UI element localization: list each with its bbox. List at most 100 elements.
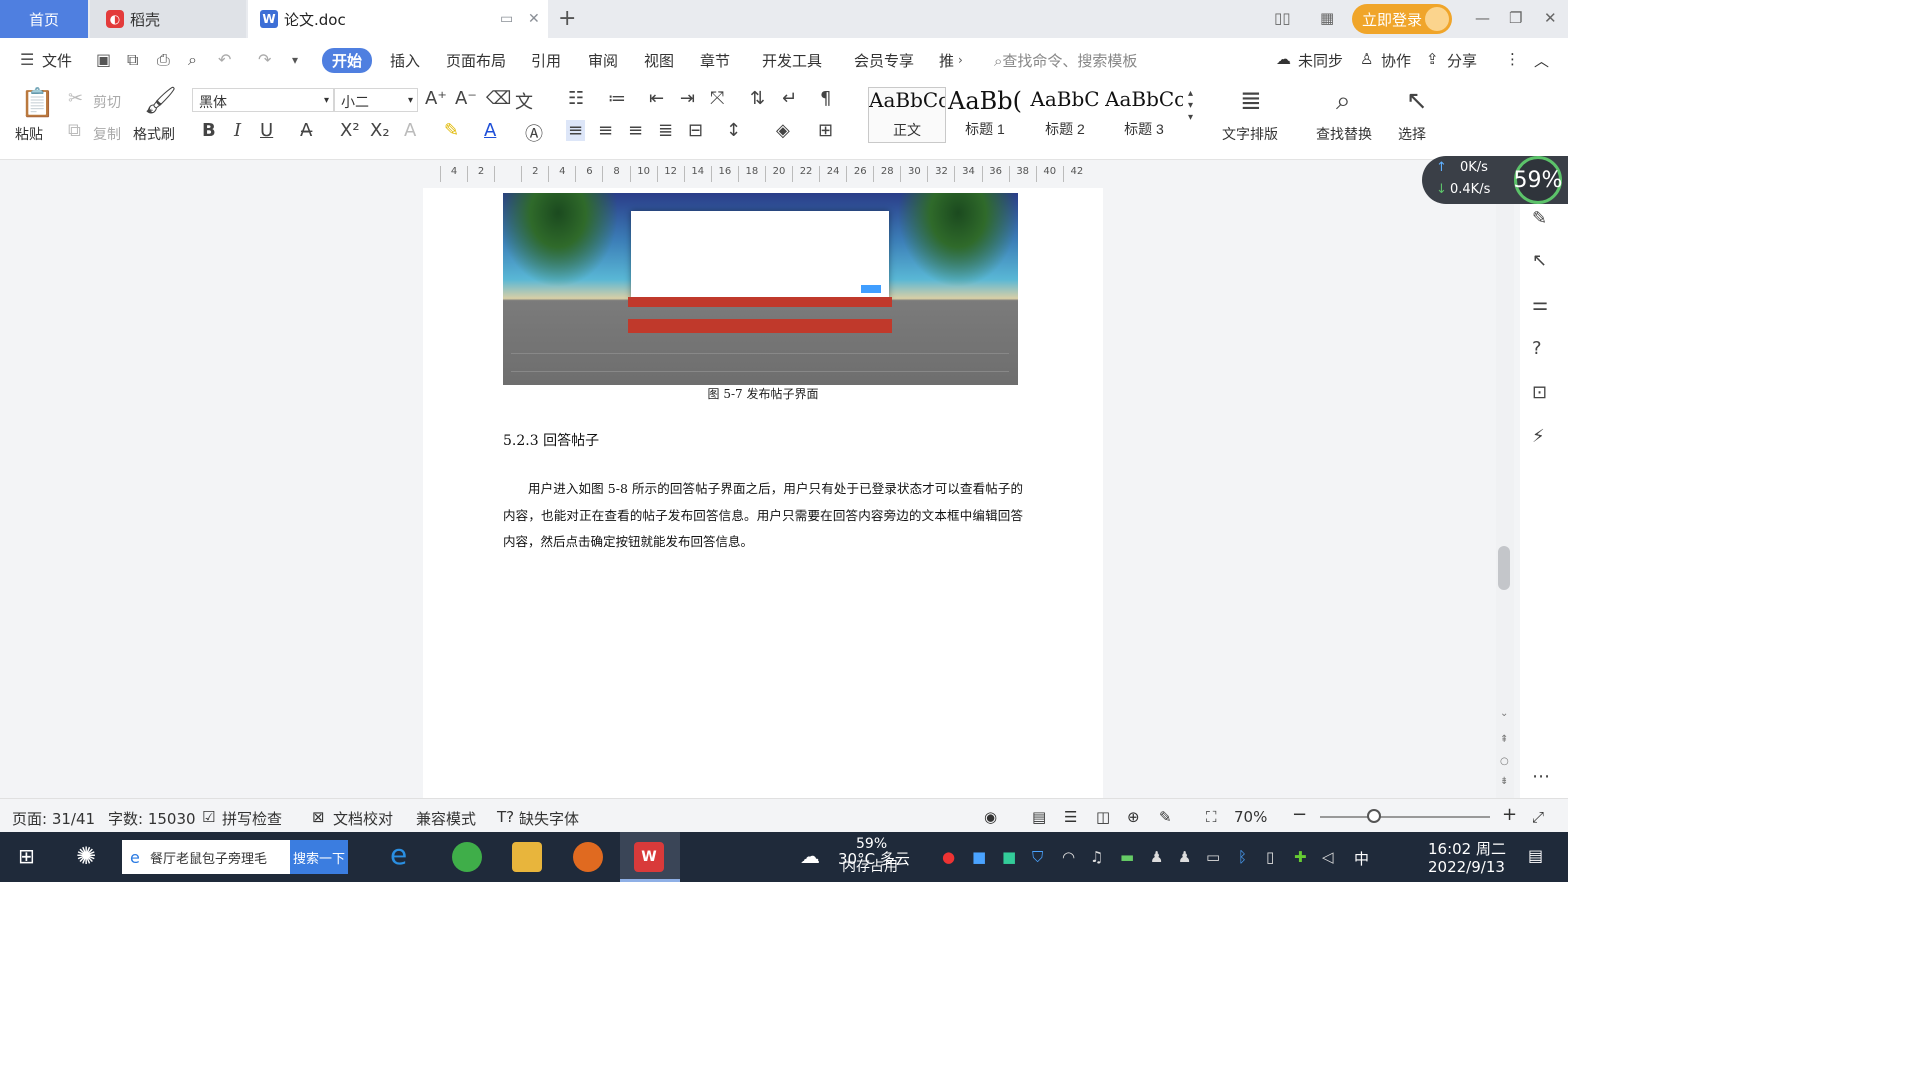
numbered-list-icon[interactable]: ≔ (608, 88, 626, 109)
shield-icon[interactable]: ⛉ (1032, 848, 1043, 866)
cursor-icon[interactable]: ↖ (1532, 250, 1547, 271)
font-color-icon[interactable]: A (484, 120, 496, 141)
italic-icon[interactable]: I (234, 120, 241, 141)
style-heading-1[interactable]: AaBb(标题 1 (946, 87, 1024, 143)
collaborate-icon[interactable]: ♙ (1360, 50, 1373, 68)
bluetooth-icon[interactable]: ᛒ (1238, 848, 1247, 866)
redo-icon[interactable]: ↷ (258, 50, 271, 69)
sliders-icon[interactable]: ⚌ (1532, 294, 1548, 315)
cut-label[interactable]: 剪切 (93, 92, 121, 112)
unsync-label[interactable]: 未同步 (1298, 50, 1343, 71)
scroll-down-icon[interactable]: ⌄ (1500, 708, 1508, 719)
notification-bell-icon[interactable]: ♫ (1090, 848, 1103, 866)
outline-view-icon[interactable]: ☰ (1064, 808, 1077, 826)
eye-protect-icon[interactable]: ◉ (984, 808, 997, 826)
style-heading-3[interactable]: AaBbCc 标题 3 (1105, 87, 1183, 143)
more-dots-icon[interactable]: ⋯ (1532, 766, 1550, 787)
customize-icon[interactable]: ▾ (292, 53, 298, 67)
file-explorer-icon[interactable] (512, 842, 542, 872)
close-window-icon[interactable]: ✕ (1544, 9, 1557, 27)
line-spacing-icon[interactable]: ↕ (726, 120, 741, 141)
missing-font-label[interactable]: 缺失字体 (519, 808, 579, 829)
char-border-icon[interactable]: Ⓐ (525, 120, 543, 146)
edit-pen-icon[interactable]: ✎ (1532, 208, 1547, 229)
menu-developer[interactable]: 开发工具 (762, 50, 822, 71)
restore-icon[interactable]: ❐ (1509, 9, 1522, 27)
prev-page-icon[interactable]: ⇞ (1500, 734, 1508, 745)
share-icon[interactable]: ⇪ (1426, 50, 1439, 68)
select-cursor-icon[interactable]: ↖ (1406, 86, 1428, 116)
sort-icon[interactable]: ⇅ (750, 88, 765, 109)
cloud-doc-icon[interactable]: ⊡ (1532, 382, 1547, 403)
menu-references[interactable]: 引用 (531, 50, 561, 71)
menu-file[interactable]: 文件 (42, 50, 72, 71)
qq-icon[interactable]: ♟ (1178, 848, 1191, 866)
menu-member[interactable]: 会员专享 (854, 50, 914, 71)
align-right-icon[interactable]: ≡ (628, 120, 643, 141)
text-effect-icon[interactable]: A (404, 120, 416, 141)
subscript-icon[interactable]: X₂ (370, 120, 390, 141)
print-icon[interactable]: ⎙ (157, 50, 170, 70)
menu-chapter[interactable]: 章节 (700, 50, 730, 71)
reading-view-icon[interactable]: ◫ (1096, 808, 1110, 826)
clear-format-icon[interactable]: ⌫ (486, 88, 511, 109)
styles-scroll-icon[interactable]: ▴ ▾ ▾ (1188, 88, 1193, 124)
zoom-value[interactable]: 70% (1234, 808, 1267, 826)
undo-icon[interactable]: ↶ (218, 50, 231, 69)
tab-document[interactable]: W 论文.doc ▭ ✕ (248, 0, 548, 38)
page-indicator[interactable]: 页面: 31/41 (12, 808, 95, 829)
taskbar-wps-active[interactable]: W (620, 832, 680, 882)
word-count[interactable]: 字数: 15030 (108, 808, 196, 829)
menu-more[interactable]: 推 (939, 50, 954, 71)
wifi-icon[interactable]: ◠ (1062, 848, 1075, 866)
strikethrough-icon[interactable]: A̶ (300, 120, 312, 141)
menu-view[interactable]: 视图 (644, 50, 674, 71)
highlight-icon[interactable]: ✎ (444, 120, 459, 141)
action-center-icon[interactable]: ▤ (1528, 846, 1543, 865)
tab-home[interactable]: 首页 (0, 0, 88, 38)
clock-date[interactable]: 2022/9/13 (1428, 858, 1505, 876)
page-view-icon[interactable]: ▤ (1032, 808, 1046, 826)
superscript-icon[interactable]: X² (340, 120, 360, 141)
zoom-slider-knob[interactable] (1367, 809, 1381, 823)
taskbar-search-button[interactable]: 搜索一下 (290, 840, 348, 874)
menu-page-layout[interactable]: 页面布局 (446, 50, 506, 71)
underline-icon[interactable]: U (260, 120, 273, 141)
qq-icon[interactable]: ♟ (1150, 848, 1163, 866)
bullet-list-icon[interactable]: ☷ (568, 88, 584, 109)
font-size-select[interactable]: 小二 ▾ (334, 88, 418, 112)
format-painter-icon[interactable]: 🖌 (144, 86, 177, 116)
new-tab-icon[interactable]: + (558, 6, 576, 31)
volume-icon[interactable]: ◁ (1322, 848, 1334, 866)
style-normal[interactable]: AaBbCcI 正文 (868, 87, 946, 143)
cloud-sync-icon[interactable]: ☁ (1276, 50, 1291, 68)
phonetic-guide-icon[interactable]: 文 (515, 88, 533, 114)
increase-indent-icon[interactable]: ⇥ (680, 88, 695, 109)
find-replace-icon[interactable]: ⌕ (1336, 86, 1351, 117)
menu-insert[interactable]: 插入 (390, 50, 420, 71)
font-name-select[interactable]: 黑体 ▾ (192, 88, 334, 112)
select-label[interactable]: 选择 (1398, 124, 1426, 144)
shading-icon[interactable]: ◈ (776, 120, 790, 141)
copy-icon[interactable]: ⧉ (68, 120, 81, 141)
text-direction-icon[interactable]: ⤧ (710, 88, 724, 109)
menu-start[interactable]: 开始 (322, 48, 372, 73)
nvidia-icon[interactable]: ▬ (1120, 848, 1134, 866)
spellcheck-label[interactable]: 拼写检查 (222, 808, 282, 829)
vertical-scrollbar[interactable]: ⌄ ⇞ ○ ⇟ (1496, 188, 1514, 798)
windows-start-icon[interactable]: ⊞ (18, 844, 35, 868)
app-orange-icon[interactable] (573, 842, 603, 872)
save-icon[interactable]: ▣ (96, 50, 111, 69)
minimize-icon[interactable]: — (1475, 9, 1490, 27)
style-heading-2[interactable]: AaBbC 标题 2 (1026, 87, 1104, 143)
fullscreen-icon[interactable]: ⤢ (1532, 808, 1544, 826)
command-search[interactable]: ⌕查找命令、搜索模板 (994, 50, 1137, 71)
text-layout-label[interactable]: 文字排版 (1222, 124, 1278, 144)
menu-review[interactable]: 审阅 (588, 50, 618, 71)
usb-icon[interactable]: ▯ (1266, 848, 1274, 866)
menu-scroll-right-icon[interactable]: › (958, 53, 963, 67)
text-layout-icon[interactable]: ≣ (1240, 86, 1262, 116)
bold-icon[interactable]: B (202, 120, 216, 141)
copy-label[interactable]: 复制 (93, 124, 121, 144)
help-icon[interactable]: ? (1532, 338, 1542, 359)
